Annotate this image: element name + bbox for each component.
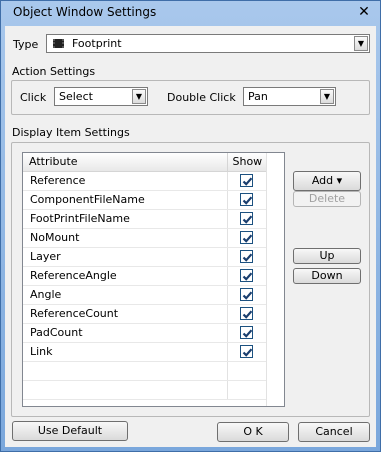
show-checkbox[interactable] [240,250,253,264]
table-row[interactable]: Link [23,342,267,362]
type-value: Footprint [72,37,122,50]
attribute-cell[interactable]: Link [23,342,228,362]
show-checkbox[interactable] [240,212,253,226]
title-bar[interactable]: Object Window Settings ✕ [1,1,380,25]
grid-right-border [266,153,267,406]
attribute-cell[interactable]: NoMount [23,228,228,248]
attribute-cell[interactable]: PadCount [23,323,228,343]
attribute-cell[interactable]: ReferenceAngle [23,266,228,286]
show-checkbox[interactable] [240,269,253,283]
show-checkbox[interactable] [240,326,253,340]
attribute-cell[interactable]: Angle [23,285,228,305]
table-row[interactable]: ReferenceCount [23,304,267,324]
use-default-button[interactable]: Use Default [12,421,128,441]
show-cell [227,171,267,191]
cancel-button[interactable]: Cancel [298,422,370,442]
column-header-show[interactable]: Show [227,153,267,172]
empty-cell [227,361,267,381]
attribute-grid[interactable]: Attribute Show Reference ComponentFileNam… [22,152,285,407]
down-button[interactable]: Down [293,268,361,284]
table-row[interactable]: NoMount [23,228,267,248]
show-checkbox[interactable] [240,307,253,321]
show-cell [227,209,267,229]
display-settings-header: Display Item Settings [12,126,130,139]
empty-row [23,361,267,381]
click-value: Select [59,90,93,103]
chevron-down-icon[interactable]: ▼ [132,89,146,104]
show-cell [227,342,267,362]
delete-button[interactable]: Delete [293,191,361,207]
chevron-down-icon[interactable]: ▼ [354,36,368,51]
double-click-value: Pan [248,90,268,103]
attribute-cell[interactable]: Layer [23,247,228,267]
attribute-cell[interactable]: ComponentFileName [23,190,228,210]
show-cell [227,247,267,267]
dialog-body: Type Footprint ▼ Action Settings Click S… [5,26,376,447]
show-cell [227,285,267,305]
show-cell [227,323,267,343]
chevron-down-icon[interactable]: ▼ [320,89,334,104]
attribute-table: Attribute Show Reference ComponentFileNam… [23,153,267,400]
empty-row [23,380,267,400]
chip-icon [53,39,64,48]
double-click-label: Double Click [167,91,236,104]
type-select[interactable]: Footprint ▼ [46,34,370,53]
add-button[interactable]: Add ▾ [293,171,361,191]
table-row[interactable]: PadCount [23,323,267,343]
show-cell [227,190,267,210]
empty-cell [227,380,267,400]
click-label: Click [20,91,47,104]
attribute-cell[interactable]: FootPrintFileName [23,209,228,229]
double-click-select[interactable]: Pan ▼ [243,87,336,106]
grid-body: Reference ComponentFileName FootPrintFileN… [23,171,267,400]
table-row[interactable]: ReferenceAngle [23,266,267,286]
empty-cell [23,361,228,381]
up-button[interactable]: Up [293,248,361,264]
window-title: Object Window Settings [13,5,157,19]
close-icon[interactable]: ✕ [355,4,373,20]
action-settings-header: Action Settings [12,65,96,78]
attribute-cell[interactable]: ReferenceCount [23,304,228,324]
show-checkbox[interactable] [240,193,253,207]
table-row[interactable]: FootPrintFileName [23,209,267,229]
show-checkbox[interactable] [240,345,253,359]
show-checkbox[interactable] [240,288,253,302]
attribute-cell[interactable]: Reference [23,171,228,191]
empty-cell [23,380,228,400]
show-cell [227,266,267,286]
click-select[interactable]: Select ▼ [54,87,148,106]
show-cell [227,304,267,324]
ok-button[interactable]: O K [217,422,289,442]
show-cell [227,228,267,248]
settings-window: Object Window Settings ✕ Type Footprint … [0,0,381,452]
action-settings-group: Click Select ▼ Double Click Pan ▼ [11,80,370,115]
table-row[interactable]: ComponentFileName [23,190,267,210]
type-label: Type [13,38,39,51]
column-header-attribute[interactable]: Attribute [23,153,228,172]
grid-header-row: Attribute Show [23,153,267,172]
table-row[interactable]: Layer [23,247,267,267]
table-row[interactable]: Reference [23,171,267,191]
show-checkbox[interactable] [240,174,253,188]
table-row[interactable]: Angle [23,285,267,305]
show-checkbox[interactable] [240,231,253,245]
